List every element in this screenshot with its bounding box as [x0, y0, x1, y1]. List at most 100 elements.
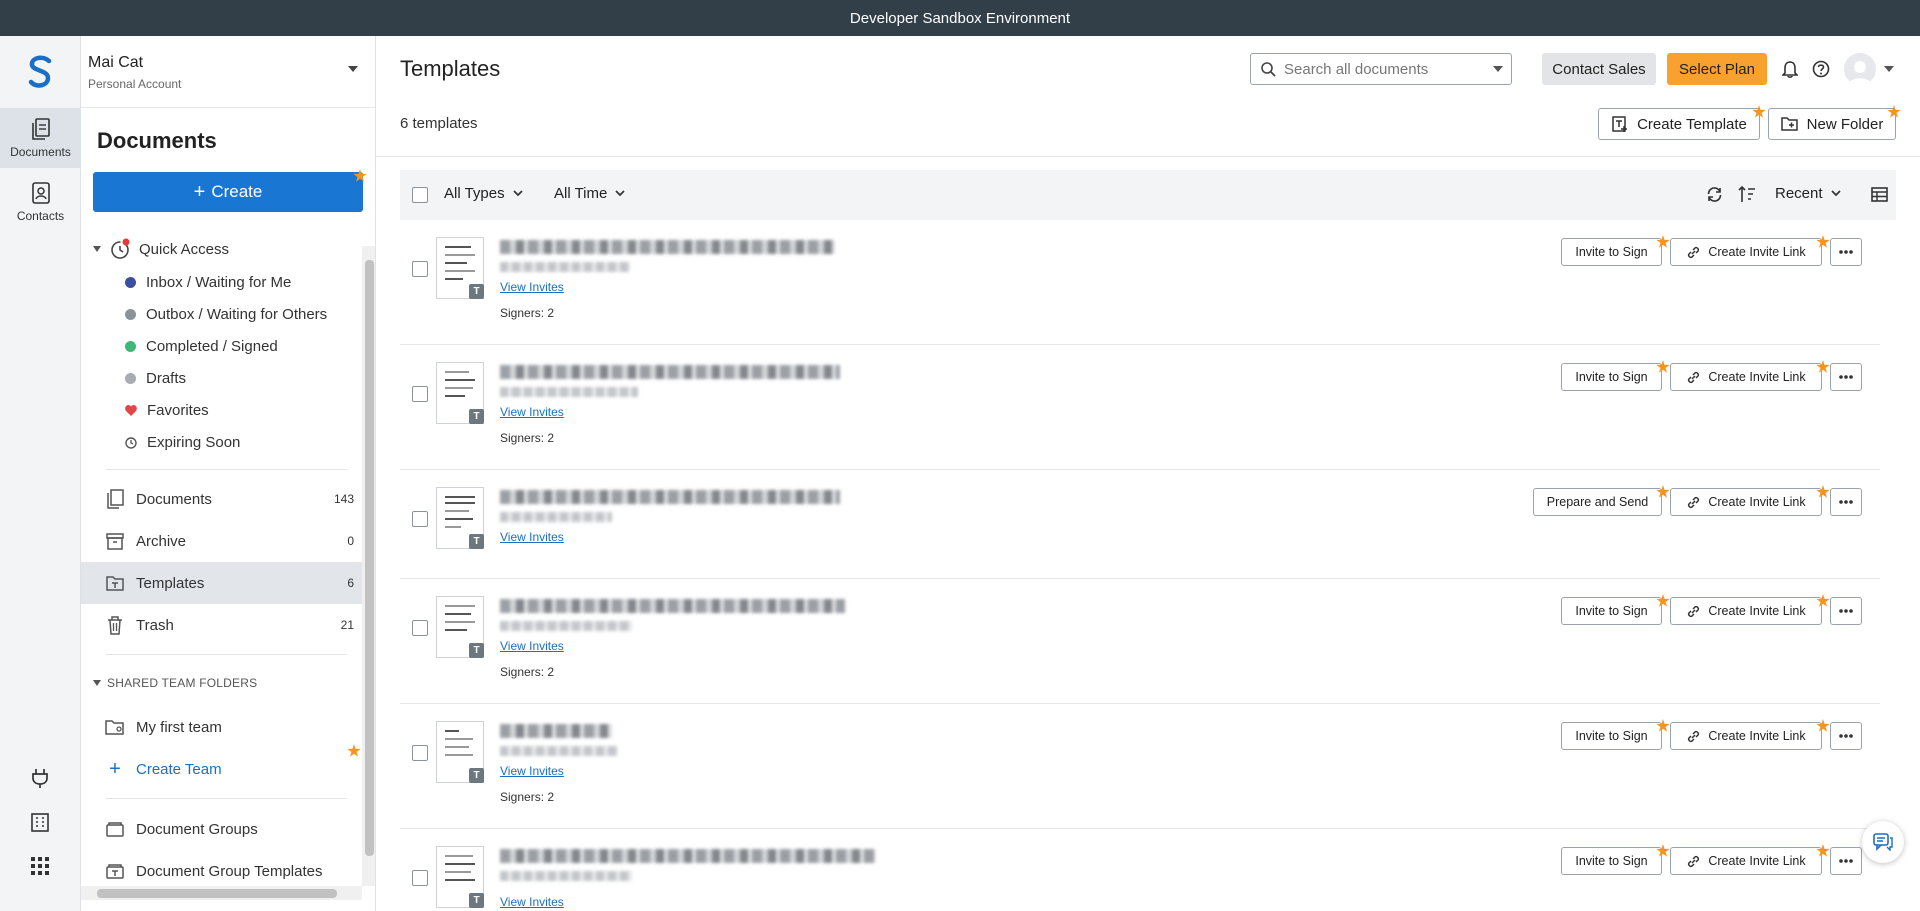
view-invites-link[interactable]: View Invites: [500, 530, 564, 544]
document-thumbnail[interactable]: T: [436, 237, 484, 299]
avatar[interactable]: [1844, 53, 1876, 85]
prepare-and-send-button[interactable]: Prepare and Send: [1533, 488, 1662, 516]
team-folder-my-first-team[interactable]: My first team: [81, 706, 362, 748]
template-name-redacted[interactable]: [500, 599, 845, 613]
scroll-thumb[interactable]: [97, 889, 337, 898]
select-all-checkbox[interactable]: [412, 187, 428, 203]
row-checkbox[interactable]: [412, 261, 428, 277]
outbox-dot-icon: [125, 309, 136, 320]
help-icon[interactable]: [1810, 58, 1832, 80]
create-invite-link-button[interactable]: Create Invite Link: [1670, 363, 1822, 391]
more-actions-button[interactable]: [1830, 363, 1862, 391]
view-invites-link[interactable]: View Invites: [500, 895, 564, 909]
view-invites-link[interactable]: View Invites: [500, 764, 564, 778]
create-invite-link-button[interactable]: Create Invite Link: [1670, 722, 1822, 750]
sort-direction-icon[interactable]: [1738, 185, 1756, 209]
create-invite-link-button[interactable]: Create Invite Link: [1670, 488, 1822, 516]
qa-expiring[interactable]: Expiring Soon: [125, 434, 240, 451]
account-switcher[interactable]: Mai Cat Personal Account: [81, 36, 375, 108]
chat-support-button[interactable]: [1862, 821, 1904, 863]
invite-to-sign-button[interactable]: Invite to Sign: [1561, 847, 1662, 875]
row-checkbox[interactable]: [412, 386, 428, 402]
folder-templates[interactable]: Templates 6: [81, 562, 362, 604]
time-filter-dropdown[interactable]: All Time: [554, 185, 625, 202]
more-actions-button[interactable]: [1830, 238, 1862, 266]
more-actions-button[interactable]: [1830, 488, 1862, 516]
building-icon[interactable]: [28, 810, 52, 834]
new-folder-button[interactable]: New Folder: [1768, 108, 1896, 140]
template-row[interactable]: T View Invites Signers: 2 Invite to Sign…: [400, 579, 1880, 704]
template-row[interactable]: T View Invites Invite to Sign Create Inv…: [400, 829, 1880, 911]
template-row[interactable]: T View Invites Signers: 2 Invite to Sign…: [400, 704, 1880, 829]
apps-grid-icon[interactable]: [28, 854, 52, 878]
template-name-redacted[interactable]: [500, 849, 875, 863]
quick-access-toggle[interactable]: Quick Access: [93, 238, 229, 260]
rail-contacts[interactable]: Contacts: [0, 172, 81, 232]
create-template-button[interactable]: Create Template: [1598, 108, 1760, 140]
create-invite-link-button[interactable]: Create Invite Link: [1670, 238, 1822, 266]
create-team-link[interactable]: + Create Team: [81, 748, 362, 790]
invite-to-sign-button[interactable]: Invite to Sign: [1561, 722, 1662, 750]
plug-icon[interactable]: [28, 766, 52, 790]
more-actions-button[interactable]: [1830, 722, 1862, 750]
sidebar-horizontal-scrollbar[interactable]: [81, 886, 362, 900]
row-checkbox[interactable]: [412, 870, 428, 886]
view-invites-link[interactable]: View Invites: [500, 280, 564, 294]
folder-archive[interactable]: Archive 0: [81, 520, 362, 562]
folder-documents[interactable]: Documents 143: [81, 478, 362, 520]
app-logo[interactable]: [0, 36, 81, 108]
template-name-redacted[interactable]: [500, 240, 835, 254]
refresh-icon[interactable]: [1706, 186, 1723, 208]
create-button[interactable]: + Create: [93, 172, 363, 212]
qa-inbox[interactable]: Inbox / Waiting for Me: [125, 274, 291, 291]
heart-icon: [125, 405, 137, 416]
sort-dropdown[interactable]: Recent: [1775, 185, 1841, 202]
template-name-redacted[interactable]: [500, 490, 840, 504]
caret-down-icon[interactable]: [1884, 66, 1894, 72]
document-thumbnail[interactable]: T: [436, 487, 484, 549]
bell-icon[interactable]: [1779, 58, 1801, 80]
qa-drafts[interactable]: Drafts: [125, 370, 186, 387]
document-thumbnail[interactable]: T: [436, 596, 484, 658]
rail-documents[interactable]: Documents: [0, 108, 81, 168]
folder-trash[interactable]: Trash 21: [81, 604, 362, 646]
qa-completed[interactable]: Completed / Signed: [125, 338, 278, 355]
view-invites-link[interactable]: View Invites: [500, 405, 564, 419]
table-view-icon[interactable]: [1871, 187, 1888, 207]
row-checkbox[interactable]: [412, 745, 428, 761]
template-name-redacted[interactable]: [500, 365, 840, 379]
template-name-redacted[interactable]: [500, 724, 612, 738]
qa-favorites[interactable]: Favorites: [125, 402, 209, 419]
invite-to-sign-button[interactable]: Invite to Sign: [1561, 597, 1662, 625]
select-plan-button[interactable]: Select Plan: [1667, 53, 1767, 85]
create-invite-link-button[interactable]: Create Invite Link: [1670, 847, 1822, 875]
shared-team-folders-toggle[interactable]: SHARED TEAM FOLDERS: [93, 676, 257, 690]
type-filter-label: All Types: [444, 185, 505, 202]
caret-down-icon[interactable]: [1493, 66, 1503, 72]
document-thumbnail[interactable]: T: [436, 846, 484, 908]
type-filter-dropdown[interactable]: All Types: [444, 185, 523, 202]
invite-to-sign-button[interactable]: Invite to Sign: [1561, 363, 1662, 391]
clock-icon: [125, 436, 137, 449]
row-checkbox[interactable]: [412, 511, 428, 527]
app-rail: Documents Contacts: [0, 36, 81, 911]
document-thumbnail[interactable]: T: [436, 721, 484, 783]
template-row[interactable]: T View Invites Signers: 2 Invite to Sign…: [400, 220, 1880, 345]
search-input[interactable]: Search all documents: [1250, 53, 1512, 85]
row-checkbox[interactable]: [412, 620, 428, 636]
create-invite-link-button[interactable]: Create Invite Link: [1670, 597, 1822, 625]
plus-icon: +: [109, 757, 121, 780]
more-actions-button[interactable]: [1830, 597, 1862, 625]
scroll-thumb[interactable]: [365, 260, 374, 856]
template-row[interactable]: T View Invites Signers: 2 Invite to Sign…: [400, 345, 1880, 470]
template-row[interactable]: T View Invites Prepare and Send Create I…: [400, 470, 1880, 579]
more-actions-button[interactable]: [1830, 847, 1862, 875]
sidebar-vertical-scrollbar[interactable]: [362, 246, 375, 886]
contact-sales-button[interactable]: Contact Sales: [1542, 53, 1656, 85]
invite-to-sign-button[interactable]: Invite to Sign: [1561, 238, 1662, 266]
qa-outbox[interactable]: Outbox / Waiting for Others: [125, 306, 327, 323]
document-thumbnail[interactable]: T: [436, 362, 484, 424]
account-type: Personal Account: [88, 77, 182, 91]
view-invites-link[interactable]: View Invites: [500, 639, 564, 653]
document-groups[interactable]: Document Groups: [81, 808, 362, 850]
